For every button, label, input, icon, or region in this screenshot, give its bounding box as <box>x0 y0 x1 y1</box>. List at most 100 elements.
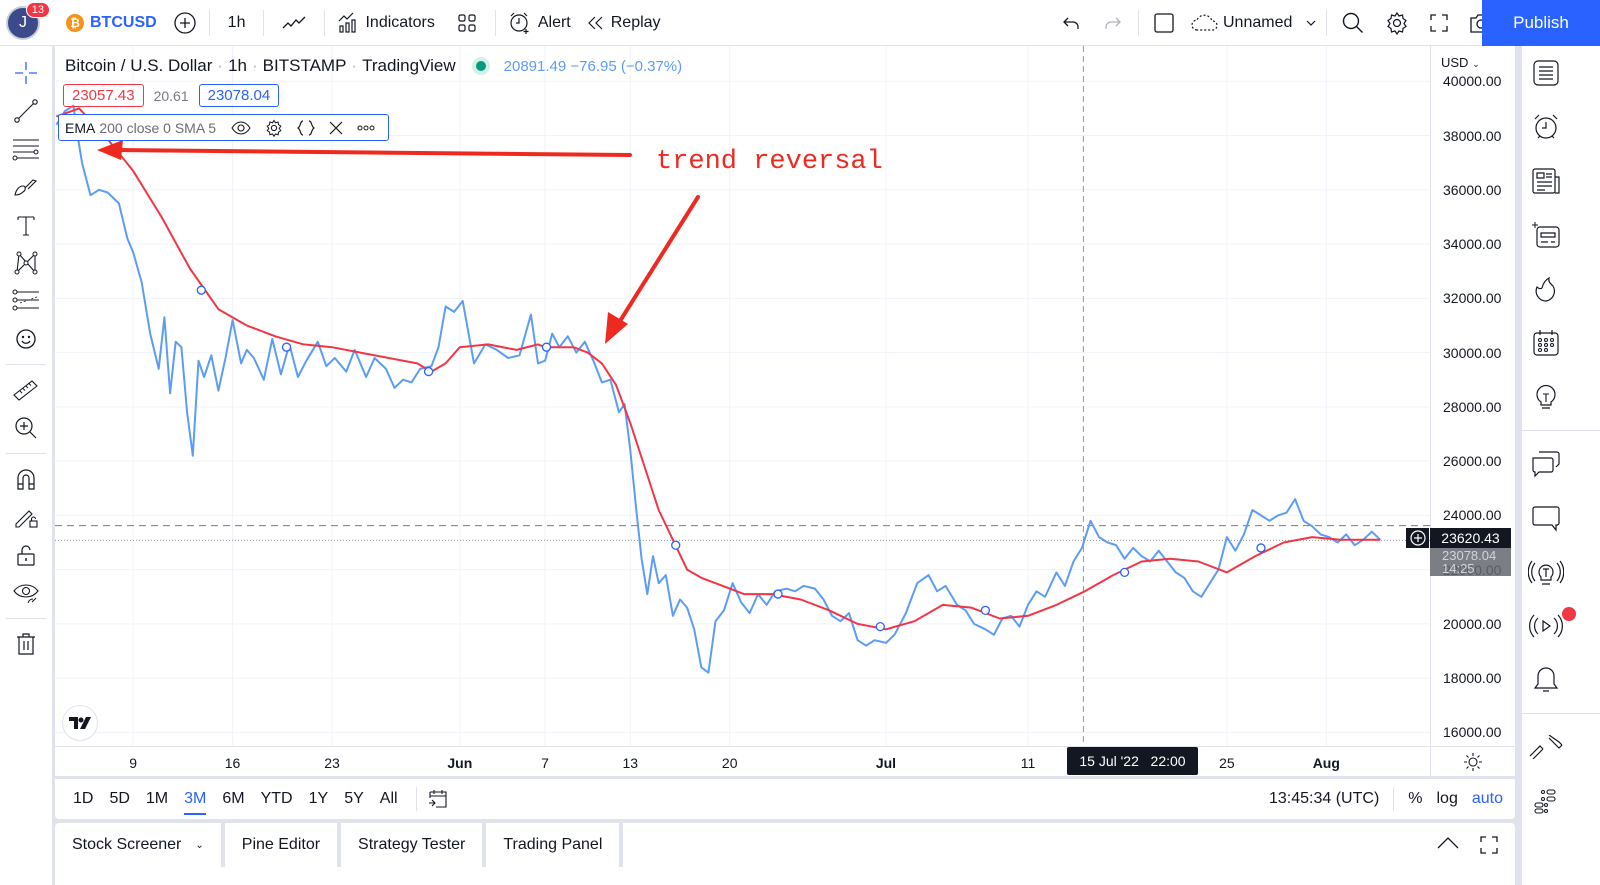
redo-button[interactable] <box>1092 0 1134 46</box>
chats-button[interactable] <box>1522 437 1570 491</box>
tab-stock-screener[interactable]: Stock Screener ⌄ <box>55 823 225 867</box>
time-tick-label: 11 <box>1020 755 1036 771</box>
icon-tool[interactable] <box>0 320 52 358</box>
tradingview-logo[interactable] <box>62 705 98 741</box>
range-button-all[interactable]: All <box>372 790 406 808</box>
watchlist-button[interactable] <box>1522 46 1570 100</box>
price-axis[interactable]: 40000.00 38000.00 36000.00 34000.00 32000.00… <box>1430 46 1515 746</box>
brush-tool[interactable] <box>0 168 52 206</box>
pattern-tool[interactable] <box>0 244 52 282</box>
range-button-1m[interactable]: 1M <box>138 790 176 808</box>
replay-button[interactable]: Replay <box>579 0 669 46</box>
search-button[interactable] <box>1331 0 1375 46</box>
range-button-5y[interactable]: 5Y <box>336 790 372 808</box>
utc-clock[interactable]: 13:45:34 (UTC) <box>1269 790 1379 808</box>
buy-price-button[interactable]: 23078.04 <box>198 84 280 107</box>
chat-button[interactable] <box>1522 491 1570 545</box>
eye-icon <box>12 581 40 605</box>
divider <box>1393 787 1395 811</box>
lock-drawings-tool[interactable] <box>0 498 52 536</box>
chevron-down-icon: ⌄ <box>195 839 204 851</box>
settings-icon[interactable] <box>265 119 283 137</box>
chart-type-button[interactable] <box>268 0 320 46</box>
chevron-up-icon[interactable] <box>1437 836 1459 850</box>
zoom-in-icon <box>14 416 38 440</box>
source-code-icon[interactable] <box>297 119 316 136</box>
cloud-icon <box>1191 13 1219 33</box>
select-layout-icon <box>1153 12 1175 34</box>
crosshair-tool[interactable] <box>0 54 52 92</box>
settings-button[interactable] <box>1375 0 1419 46</box>
percent-scale-toggle[interactable]: % <box>1408 790 1422 808</box>
unlock-icon <box>15 543 37 567</box>
interval-button[interactable]: 1h <box>214 0 260 46</box>
alerts-button[interactable] <box>1522 100 1570 154</box>
right-sidebar <box>1522 46 1600 885</box>
symbol-search-button[interactable]: ₿ BTCUSD <box>58 0 165 46</box>
time-tick-label: 13 <box>622 755 639 771</box>
layout-name-button[interactable]: Unnamed <box>1185 0 1322 46</box>
annotation-arrow-horizontal <box>97 140 632 160</box>
close-icon[interactable] <box>329 121 343 135</box>
alert-button[interactable]: Alert <box>500 0 579 46</box>
layouts-button[interactable] <box>443 0 491 46</box>
tab-pine-editor[interactable]: Pine Editor <box>225 823 342 867</box>
currency-selector[interactable]: USD ⌄ <box>1441 55 1480 70</box>
zoom-in-tool[interactable] <box>0 409 52 447</box>
streams-button[interactable] <box>1522 599 1576 653</box>
news-button[interactable] <box>1522 154 1570 208</box>
add-alert-plus-button[interactable] <box>1406 528 1429 548</box>
indicators-button[interactable]: Indicators <box>329 0 442 46</box>
text-tool[interactable] <box>0 206 52 244</box>
select-layout-button[interactable] <box>1143 0 1185 46</box>
log-scale-toggle[interactable]: log <box>1437 790 1458 808</box>
range-button-6m[interactable]: 6M <box>214 790 252 808</box>
publish-button[interactable]: Publish <box>1482 0 1600 46</box>
fib-tool[interactable] <box>0 130 52 168</box>
sell-price-button[interactable]: 23057.43 <box>63 84 144 107</box>
range-button-1y[interactable]: 1Y <box>301 790 337 808</box>
symbol-label: BTCUSD <box>90 13 157 31</box>
prediction-tool[interactable] <box>0 282 52 320</box>
range-button-3m[interactable]: 3M <box>176 790 214 815</box>
goto-date-icon[interactable] <box>427 788 449 810</box>
indicator-legend[interactable]: EMA 200 close 0 SMA 5 <box>58 114 390 141</box>
range-button-1d[interactable]: 1D <box>65 790 101 808</box>
magnet-tool[interactable] <box>0 460 52 498</box>
maximize-panel-icon[interactable] <box>1479 835 1499 855</box>
screener-button[interactable] <box>1522 208 1570 262</box>
chart-settings-corner[interactable] <box>1430 746 1515 776</box>
user-avatar[interactable]: J 13 <box>6 1 50 40</box>
remove-drawings-tool[interactable] <box>0 625 52 663</box>
hide-drawings-tool[interactable] <box>0 574 52 612</box>
undo-button[interactable] <box>1050 0 1092 46</box>
legend-exchange: BITSTAMP <box>262 56 347 75</box>
notifications-button[interactable] <box>1522 653 1570 707</box>
trading-button[interactable] <box>1522 720 1570 774</box>
lock-all-tool[interactable] <box>0 536 52 574</box>
annotation-text[interactable]: trend reversal <box>656 147 883 177</box>
hotlists-button[interactable] <box>1522 262 1570 316</box>
calendar-button[interactable] <box>1522 316 1570 370</box>
ideas-button[interactable] <box>1522 370 1570 424</box>
divider <box>263 9 265 36</box>
tab-strategy-tester[interactable]: Strategy Tester <box>341 823 487 867</box>
eye-icon[interactable] <box>231 120 251 135</box>
more-icon[interactable] <box>357 125 375 131</box>
tab-trading-panel[interactable]: Trading Panel <box>486 823 624 867</box>
range-button-ytd[interactable]: YTD <box>253 790 301 808</box>
range-button-5d[interactable]: 5D <box>101 790 137 808</box>
ideas-stream-button[interactable] <box>1522 545 1570 599</box>
add-symbol-button[interactable] <box>165 0 205 46</box>
time-axis[interactable]: 9 16 23 Jun 7 13 20 Jul 11 25 Aug <box>55 746 1430 776</box>
measure-tool[interactable] <box>0 371 52 409</box>
fullscreen-button[interactable] <box>1419 0 1459 46</box>
object-tree-button[interactable] <box>1522 774 1570 828</box>
pattern-icon <box>13 250 39 276</box>
tab-label: Trading Panel <box>503 836 603 853</box>
object-tree-icon <box>1533 788 1559 814</box>
symbol-legend[interactable]: Bitcoin / U.S. Dollar · 1h · BITSTAMP · … <box>65 56 682 76</box>
auto-scale-toggle[interactable]: auto <box>1472 790 1503 808</box>
trend-line-tool[interactable] <box>0 92 52 130</box>
alarm-clock-icon <box>1532 113 1560 141</box>
